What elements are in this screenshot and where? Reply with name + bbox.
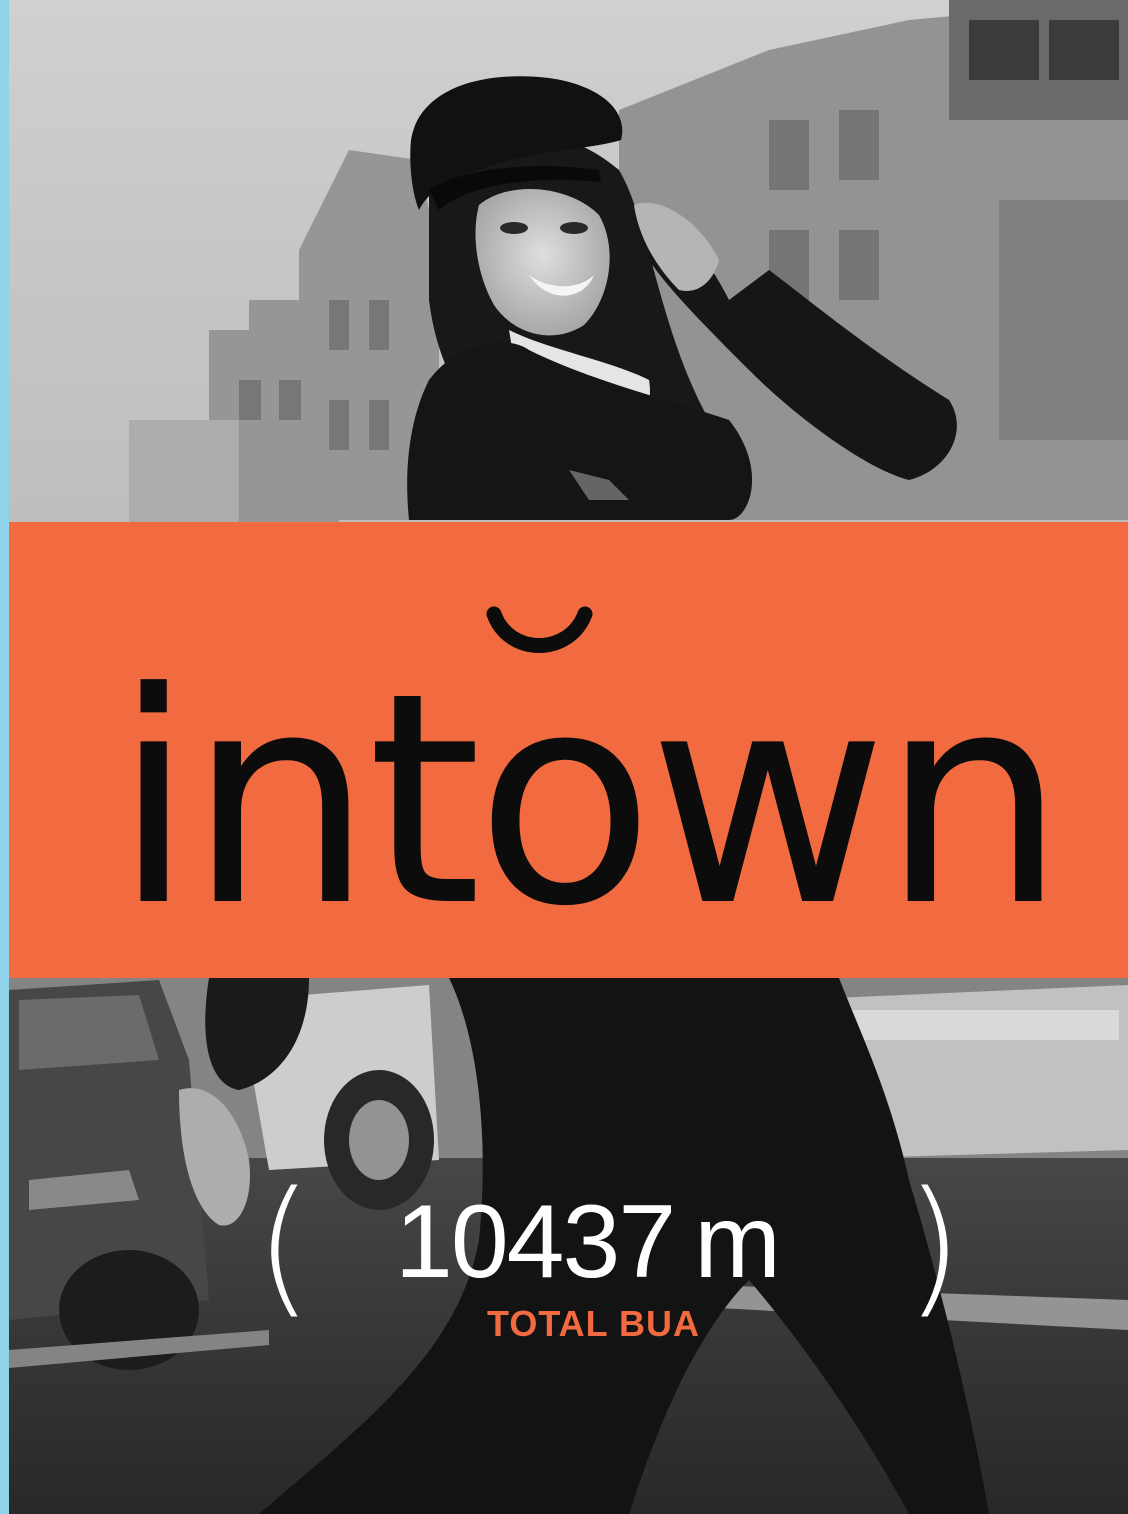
logo-breve-mark xyxy=(486,606,593,653)
brand-banner: intown xyxy=(9,522,1128,978)
brochure-page: intown ( 10437 m ) TOTAL BUA xyxy=(0,0,1128,1514)
stat-value: 10437 xyxy=(395,1184,676,1300)
stat-value-row: 10437 m xyxy=(395,1190,781,1294)
stat-unit: m xyxy=(694,1184,781,1300)
left-parenthesis: ( xyxy=(255,1160,313,1332)
breve-accent xyxy=(486,606,593,653)
total-bua-stat: ( 10437 m ) TOTAL BUA xyxy=(255,1160,963,1372)
stat-label: TOTAL BUA xyxy=(487,1303,700,1344)
edge-strip xyxy=(0,0,9,1514)
intown-logo: intown xyxy=(9,522,1128,978)
right-parenthesis: ) xyxy=(905,1160,963,1332)
